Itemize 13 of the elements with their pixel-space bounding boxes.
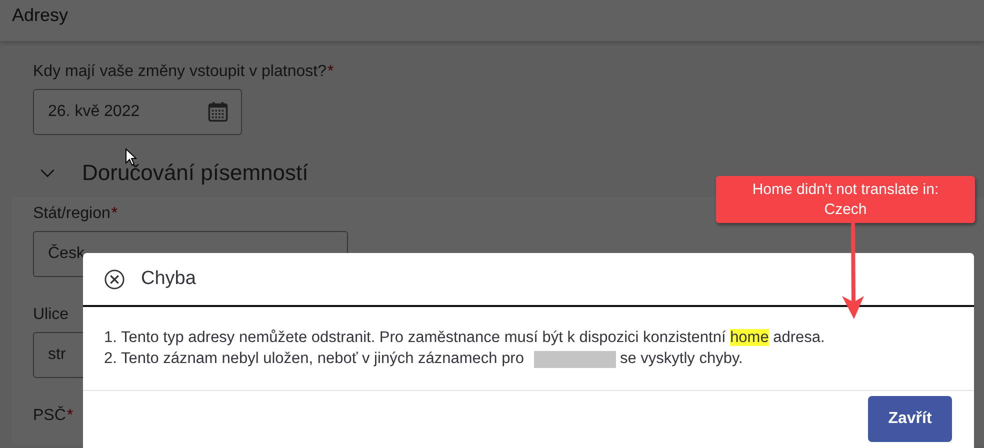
field-label: PSČ — [33, 407, 66, 425]
field-label: Kdy mají vaše změny vstoupit v platnost? — [33, 63, 326, 81]
callout-box: Home didn't not translate in: Czech — [716, 176, 975, 223]
required-mark: * — [327, 63, 334, 81]
field-label: Ulice — [33, 306, 69, 324]
required-mark: * — [66, 407, 74, 425]
section-title: Doručování písemností — [82, 160, 308, 186]
message-text: se vyskytly chyby. — [620, 349, 743, 369]
message-text: 2. Tento záznam nebyl uložen, neboť v jiných záznamech pro — [104, 349, 524, 369]
field-label: Stát/region — [33, 205, 110, 223]
page-title: Adresy — [12, 5, 68, 26]
required-mark: * — [111, 205, 118, 223]
message-text: 1. Tento typ adresy nemůžete odstranit. Pro zaměstnance musí být k dispozici konzistentní home adresa. — [104, 328, 825, 348]
